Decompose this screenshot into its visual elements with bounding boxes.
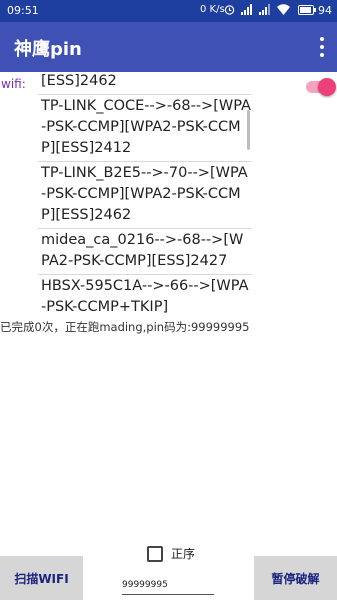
scan-wifi-button[interactable]: 扫描WIFI (0, 556, 83, 600)
wifi-toggle[interactable] (304, 78, 336, 96)
status-time: 09:51 (7, 4, 39, 17)
progress-status-text: 已完成0次，正在跑mading,pin码为:99999995 (0, 320, 250, 334)
network-list-item[interactable]: [ESS]2462 (38, 70, 252, 95)
battery-percent: 94 (318, 4, 332, 17)
order-label: 正序 (171, 547, 196, 561)
battery-level-fill (300, 7, 312, 13)
status-icons (224, 4, 290, 15)
network-list-item[interactable]: TP-LINK_COCE-->-68-->[WPA-PSK-CCMP][WPA2… (38, 95, 252, 162)
network-list-item[interactable]: midea_ca_0216-->-68-->[WPA2-PSK-CCMP][ES… (38, 229, 252, 275)
network-list-item[interactable]: TP-LINK_B2E5-->-70-->[WPA-PSK-CCMP][WPA2… (38, 162, 252, 229)
app-bar: 神鹰pin (0, 22, 337, 72)
checkbox-box[interactable] (147, 545, 163, 562)
app-title: 神鹰pin (14, 39, 82, 60)
alarm-icon (224, 5, 235, 15)
pause-crack-button[interactable]: 暂停破解 (254, 556, 337, 600)
net-speed: 0 K/s (200, 4, 225, 15)
wifi-network-list[interactable]: [ESS]2462 TP-LINK_COCE-->-68-->[WPA-PSK-C… (38, 70, 252, 316)
signal-icon (259, 4, 270, 15)
toggle-thumb (318, 78, 336, 96)
more-vertical-icon[interactable] (317, 35, 327, 59)
pin-input[interactable] (122, 576, 214, 595)
order-checkbox[interactable]: 正序 (147, 545, 195, 562)
battery-icon (298, 5, 316, 15)
wifi-label: wifi: (1, 77, 26, 91)
network-list-item[interactable]: HBSX-595C1A-->-66-->[WPA-PSK-CCMP+TKIP] (38, 275, 252, 316)
list-scrollbar[interactable] (247, 110, 250, 150)
signal-icon (241, 4, 252, 15)
wifi-icon (277, 4, 290, 15)
status-bar: 09:51 0 K/s 94 (0, 0, 337, 22)
